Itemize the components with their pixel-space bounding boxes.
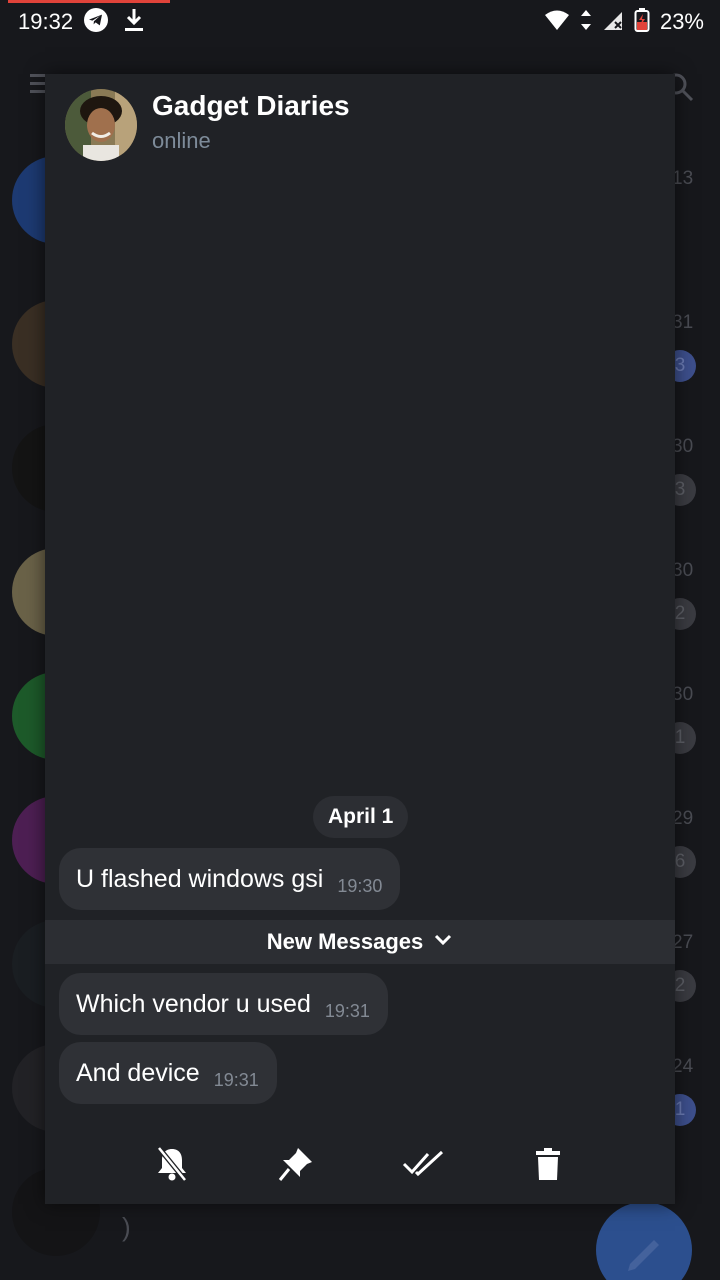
chat-status: online (152, 128, 211, 153)
chevron-down-icon (433, 933, 453, 952)
chat-time: 27 (672, 932, 694, 953)
chat-time: 31 (672, 312, 694, 333)
mark-read-button[interactable] (401, 1144, 445, 1188)
pin-button[interactable] (274, 1144, 318, 1188)
status-time: 19:32 (18, 9, 74, 34)
status-bar: 19:32 23% (0, 0, 720, 44)
battery-icon (634, 7, 650, 38)
pin-icon (278, 1146, 314, 1187)
mute-icon (155, 1145, 189, 1187)
data-arrows-icon (580, 9, 592, 36)
mute-button[interactable] (150, 1144, 194, 1188)
date-chip: April 1 (313, 796, 409, 838)
message-bubble[interactable]: And device 19:31 (59, 1042, 277, 1104)
chat-time: 30 (672, 436, 694, 457)
new-messages-label: New Messages (266, 929, 424, 954)
popup-header: Gadget Diaries online (45, 74, 675, 174)
wifi-icon (544, 9, 570, 36)
message-bubble[interactable]: Which vendor u used 19:31 (59, 973, 388, 1035)
delete-button[interactable] (526, 1144, 570, 1188)
mark-read-icon (402, 1150, 444, 1183)
message-time: 19:31 (324, 1000, 370, 1021)
download-icon (123, 7, 145, 38)
message-text: Which vendor u used (76, 989, 311, 1018)
delete-icon (534, 1147, 562, 1186)
popup-action-bar (45, 1134, 675, 1194)
message-bubble[interactable]: U flashed windows gsi 19:30 (59, 848, 401, 910)
chat-time: 24 (672, 1056, 694, 1077)
telegram-icon (83, 7, 109, 38)
battery-percent: 23% (659, 9, 704, 34)
screen: 19:32 23% 13 31 3 30 3 30 2 30 1 29 6 27… (0, 0, 720, 1280)
new-messages-divider: New Messages (45, 920, 675, 964)
compose-button[interactable] (596, 1202, 692, 1280)
chat-time: 13 (672, 168, 694, 189)
message-time: 19:30 (337, 875, 383, 896)
chat-time: 30 (672, 560, 694, 581)
signal-icon (602, 9, 624, 36)
chat-title: Gadget Diaries (152, 90, 350, 121)
chat-time: 30 (672, 684, 694, 705)
message-text: U flashed windows gsi (76, 864, 324, 893)
message-text: And device (76, 1058, 200, 1087)
chat-preview-popup: Gadget Diaries online April 1 U flashed … (45, 74, 675, 1204)
pencil-icon (628, 1240, 659, 1271)
chat-time: 29 (672, 808, 694, 829)
message-time: 19:31 (213, 1069, 259, 1090)
chat-preview-text: ) (122, 1212, 131, 1242)
status-accent-bar (8, 0, 170, 3)
avatar[interactable] (65, 89, 137, 161)
